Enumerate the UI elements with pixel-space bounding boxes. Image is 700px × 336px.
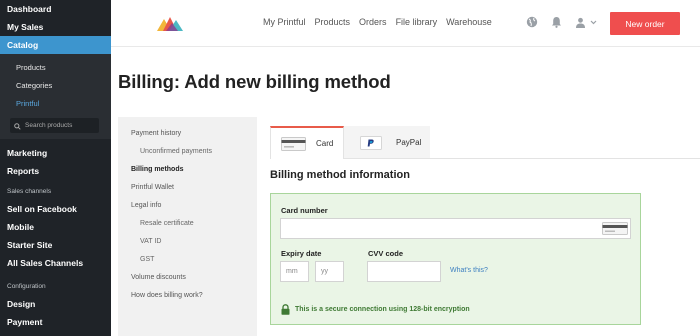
tab-divider [344,158,700,159]
sidebar-item-all-sales-channels[interactable]: All Sales Channels [0,254,111,272]
billing-menu-volume-discounts[interactable]: Volume discounts [118,269,257,287]
secure-connection-notice: This is a secure connection using 128-bi… [281,304,470,315]
secure-connection-text: This is a secure connection using 128-bi… [295,306,470,313]
sidebar-item-design[interactable]: Design [0,295,111,313]
billing-menu: Payment history Unconfirmed payments Billi… [118,117,257,336]
bell-icon[interactable] [549,15,563,29]
sidebar-item-starter-site[interactable]: Starter Site [0,236,111,254]
configuration-heading: Configuration [7,283,46,290]
billing-method-info-heading: Billing method information [270,169,410,181]
billing-menu-vat-id[interactable]: VAT ID [118,233,257,251]
sidebar-item-catalog[interactable]: Catalog [0,36,111,54]
printful-logo[interactable] [157,15,185,31]
sidebar-item-dashboard[interactable]: Dashboard [0,0,111,18]
expiry-year-input[interactable] [315,261,344,282]
billing-menu-unconfirmed-payments[interactable]: Unconfirmed payments [118,143,257,161]
header-icons [525,15,607,29]
card-type-icon [602,222,628,235]
sidebar-item-my-sales[interactable]: My Sales [0,18,111,36]
tab-paypal[interactable]: PayPal [344,126,430,159]
lock-icon [281,304,290,315]
sidebar-item-sell-on-facebook[interactable]: Sell on Facebook [0,200,111,218]
expiry-date-label: Expiry date [281,249,322,258]
cvv-code-input[interactable] [367,261,441,282]
sidebar-search[interactable] [10,118,99,133]
whats-this-link[interactable]: What's this? [450,267,488,274]
admin-sidebar: Dashboard My Sales Catalog Products Categor… [0,0,111,336]
billing-menu-billing-methods[interactable]: Billing methods [118,161,257,179]
cvv-code-label: CVV code [368,249,404,258]
catalog-submenu: Products Categories Printful [0,54,111,139]
billing-menu-gst[interactable]: GST [118,251,257,269]
billing-menu-how-does-billing-work[interactable]: How does billing work? [118,287,257,305]
page-title: Billing: Add new billing method [118,71,391,92]
billing-menu-legal-info[interactable]: Legal info [118,197,257,215]
sidebar-item-reports[interactable]: Reports [0,162,111,180]
tab-paypal-label: PayPal [396,138,422,147]
sidebar-subitem-products[interactable]: Products [0,59,111,77]
nav-link-orders[interactable]: Orders [359,17,387,27]
sales-channels-heading: Sales channels [7,188,52,195]
nav-link-my-printful[interactable]: My Printful [263,17,306,27]
user-icon[interactable] [573,15,587,29]
expiry-month-input[interactable] [280,261,309,282]
sidebar-item-mobile[interactable]: Mobile [0,218,111,236]
billing-menu-payment-history[interactable]: Payment history [118,125,257,143]
tab-card[interactable]: Card [270,126,344,159]
main-nav: My Printful Products Orders File library War… [263,17,501,27]
sidebar-item-marketing[interactable]: Marketing [0,144,111,162]
card-number-input[interactable] [280,218,631,239]
top-header: My Printful Products Orders File library War… [111,0,700,47]
credit-card-icon [281,136,306,151]
nav-link-file-library[interactable]: File library [396,17,438,27]
search-products-input[interactable] [25,122,95,129]
new-order-button[interactable]: New order [610,12,680,35]
nav-link-products[interactable]: Products [315,17,351,27]
billing-menu-printful-wallet[interactable]: Printful Wallet [118,179,257,197]
billing-menu-resale-certificate[interactable]: Resale certificate [118,215,257,233]
sidebar-subitem-printful[interactable]: Printful [0,95,111,113]
globe-icon[interactable] [525,15,539,29]
paypal-icon [360,135,382,150]
nav-link-warehouse[interactable]: Warehouse [446,17,492,27]
card-form-panel: Card number Expiry date CVV code What's … [270,193,641,325]
search-icon [14,117,21,135]
card-number-label: Card number [281,206,328,215]
tab-card-label: Card [316,139,334,148]
sidebar-subitem-categories[interactable]: Categories [0,77,111,95]
payment-method-tabs: Card PayPal [270,126,430,159]
sidebar-item-payment[interactable]: Payment [0,313,111,331]
chevron-down-icon[interactable] [589,15,597,29]
